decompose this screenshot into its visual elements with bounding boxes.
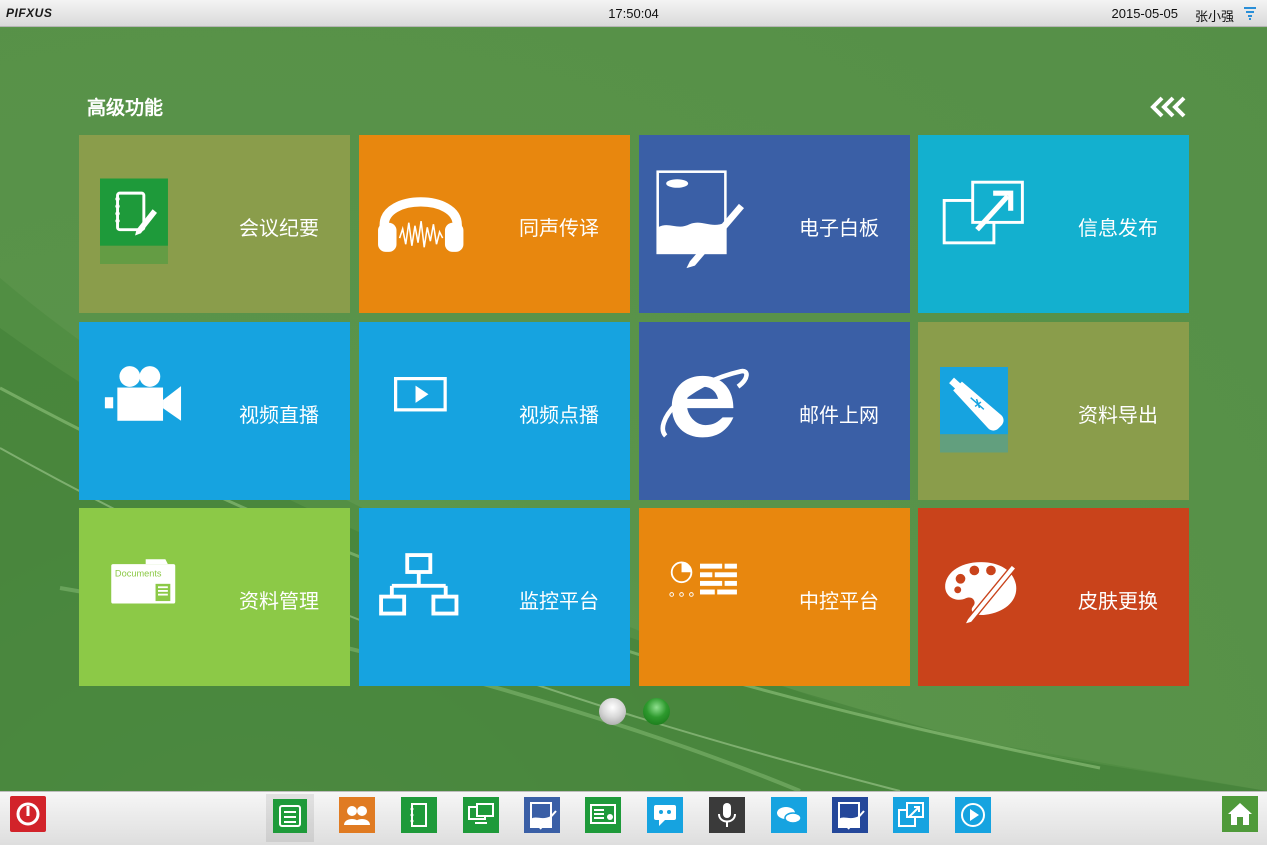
tile-electronic-whiteboard[interactable]: 电子白板 (639, 135, 910, 313)
clock: 17:50:04 (608, 6, 659, 21)
tile-label: 资料导出 (1078, 403, 1158, 427)
tile-info-publish[interactable]: 信息发布 (918, 135, 1189, 313)
dock-microphone-button[interactable] (709, 797, 745, 833)
main-area: 高级功能 会议纪要 同声传译 电子白板 信息发布 视频直播 视频点播 邮件上网 … (0, 28, 1267, 791)
dock-play-button[interactable] (955, 797, 991, 833)
tile-data-export[interactable]: 资料导出 (918, 322, 1189, 500)
external-window-icon (893, 797, 929, 833)
power-icon (10, 796, 46, 832)
tile-label: 中控平台 (799, 589, 879, 613)
dock-attendees-button[interactable] (339, 797, 375, 833)
headphones-icon (378, 197, 464, 252)
collapse-chevrons-icon[interactable] (1150, 95, 1190, 119)
notebook-icon (401, 797, 437, 833)
tile-label: 皮肤更换 (1078, 589, 1158, 613)
home-button[interactable] (1222, 796, 1258, 832)
annotation-icon (832, 797, 868, 833)
dock-chat-button[interactable] (647, 797, 683, 833)
screen-share-icon (463, 797, 499, 833)
tile-mail-internet[interactable]: 邮件上网 (639, 322, 910, 500)
date: 2015-05-05 (1111, 6, 1179, 21)
usb-drive-icon (940, 367, 1008, 453)
chat-icon (647, 797, 683, 833)
dock-screen-share-button[interactable] (463, 797, 499, 833)
tile-change-skin[interactable]: 皮肤更换 (918, 508, 1189, 686)
filter-icon[interactable] (1243, 6, 1257, 20)
documents-folder-icon: Documents (111, 559, 176, 604)
tile-video-live[interactable]: 视频直播 (79, 322, 350, 500)
dock-agenda-button[interactable] (266, 794, 314, 842)
dock-presentation-button[interactable] (585, 797, 621, 833)
power-button[interactable] (10, 796, 46, 832)
whiteboard-icon (656, 170, 744, 269)
dock-external-window-button[interactable] (893, 797, 929, 833)
top-status-bar: PIFXUS 17:50:04 2015-05-05 张小强 (0, 0, 1267, 27)
section-title: 高级功能 (87, 97, 164, 119)
play-icon (394, 377, 447, 412)
user-name[interactable]: 张小强 (1195, 6, 1234, 25)
dock-message-button[interactable] (771, 797, 807, 833)
tile-simultaneous-interpretation[interactable]: 同声传译 (359, 135, 630, 313)
whiteboard-icon (524, 797, 560, 833)
tile-label: 视频点播 (519, 403, 599, 427)
tile-label: 信息发布 (1078, 216, 1158, 240)
video-camera-icon (104, 366, 182, 421)
message-icon (771, 797, 807, 833)
network-icon (379, 553, 459, 616)
play-icon (955, 797, 991, 833)
notebook-icon (100, 178, 168, 264)
tile-label: 监控平台 (519, 589, 599, 613)
tile-monitoring-platform[interactable]: 监控平台 (359, 508, 630, 686)
tile-data-management[interactable]: Documents 资料管理 (79, 508, 350, 686)
tile-label: 电子白板 (799, 216, 879, 240)
ie-browser-icon (660, 368, 749, 438)
tile-central-control[interactable]: 中控平台 (639, 508, 910, 686)
tile-label: 会议纪要 (239, 216, 319, 240)
page-indicator-dot-2-active[interactable] (643, 698, 670, 725)
tile-label: 邮件上网 (799, 403, 879, 427)
control-panel-icon (669, 561, 737, 597)
dock-notebook-button[interactable] (401, 797, 437, 833)
dock-whiteboard-button[interactable] (524, 797, 560, 833)
tile-meeting-minutes[interactable]: 会议纪要 (79, 135, 350, 313)
attendees-icon (339, 797, 375, 833)
tile-label: 同声传译 (519, 216, 599, 240)
microphone-icon (709, 797, 745, 833)
palette-icon (945, 562, 1017, 626)
bottom-dock (0, 791, 1267, 845)
home-icon (1222, 796, 1258, 832)
dock-annotation-button[interactable] (832, 797, 868, 833)
page-indicator-dot-1[interactable] (599, 698, 626, 725)
documents-icon-text: Documents (115, 568, 162, 578)
tile-label: 视频直播 (239, 403, 319, 427)
presentation-icon (585, 797, 621, 833)
agenda-icon (273, 799, 307, 833)
tile-video-on-demand[interactable]: 视频点播 (359, 322, 630, 500)
publish-icon (942, 180, 1024, 245)
tile-label: 资料管理 (239, 589, 319, 613)
